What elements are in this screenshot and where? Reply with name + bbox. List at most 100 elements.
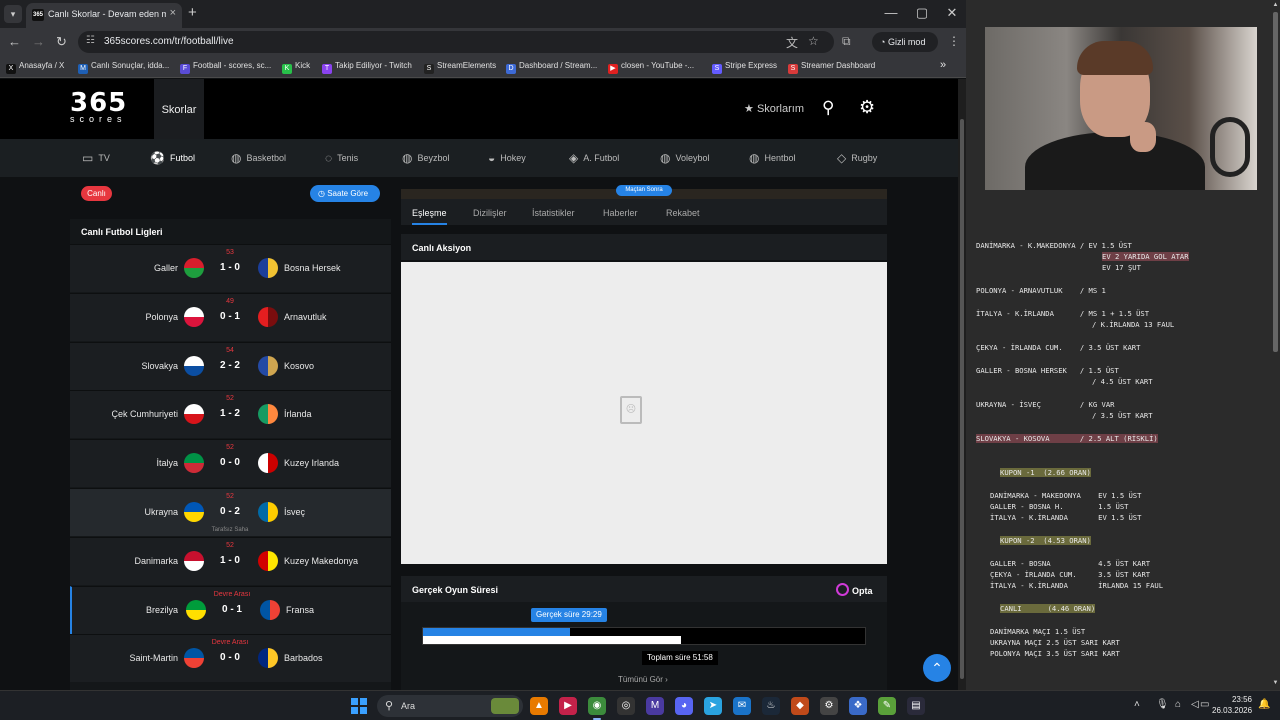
match-row[interactable]: 52 İtalya 0 - 0 Kuzey Irlanda — [70, 439, 391, 488]
notes-scrollbar[interactable]: ▲ ▼ — [1271, 0, 1280, 690]
volume-icon[interactable]: ◁ — [1191, 699, 1199, 710]
bookmark-item[interactable]: F Football - scores, sc... — [180, 61, 271, 74]
bookmark-item[interactable]: T Takip Ediliyor - Twitch — [322, 61, 412, 74]
detail-tab-4[interactable]: Rekabet — [666, 208, 700, 218]
settings-icon[interactable]: ⚙ — [820, 697, 838, 715]
minimize-icon[interactable]: — — [884, 5, 898, 20]
live-filter-button[interactable]: Canlı — [81, 186, 112, 201]
tab-search-button[interactable]: ▾ — [4, 5, 22, 23]
site-info-icon[interactable]: ☷ — [86, 35, 95, 46]
tab-title: Canlı Skorlar - Devam eden ma — [48, 9, 166, 19]
match-row[interactable]: Devre Arası Brezilya 0 - 1 Fransa — [70, 585, 391, 634]
obs-icon[interactable]: ◎ — [617, 697, 635, 715]
maximize-icon[interactable]: ▢ — [915, 5, 929, 21]
taskbar-search[interactable]: ⚲ Ara — [377, 695, 523, 717]
bookmark-item[interactable]: S StreamElements — [424, 61, 496, 74]
back-icon[interactable]: ← — [8, 34, 21, 49]
match-row[interactable]: 52 Danimarka 1 - 0 Kuzey Makedonya — [70, 536, 391, 585]
microphone-icon[interactable]: 🎙 — [1156, 699, 1169, 710]
vlc-icon[interactable]: ▲ — [530, 697, 548, 715]
notes-scrollbar-thumb[interactable] — [1273, 12, 1278, 352]
detail-tab-3[interactable]: Haberler — [603, 208, 638, 218]
new-tab-button[interactable]: + — [188, 4, 197, 21]
sport-tab-3[interactable]: ◌ Tenis — [325, 151, 358, 165]
sport-tab-0[interactable]: ▭ TV — [82, 151, 110, 165]
steam-icon[interactable]: ♨ — [762, 697, 780, 715]
forward-icon[interactable]: → — [32, 34, 45, 49]
sport-tab-4[interactable]: ◍ Beyzbol — [402, 151, 450, 165]
detail-tab-2[interactable]: İstatistikler — [532, 208, 575, 218]
see-all-link[interactable]: Tümünü Gör › — [618, 675, 668, 684]
nav-skorlar[interactable]: Skorlar — [154, 79, 204, 139]
scroll-top-button[interactable]: ⌃ — [923, 654, 951, 682]
live-action-player[interactable]: ☹ — [401, 262, 887, 564]
bookmark-item[interactable]: D Dashboard / Stream... — [506, 61, 597, 74]
notification-bell-icon[interactable]: 🔔 — [1258, 699, 1270, 710]
windows-start-icon[interactable] — [351, 698, 367, 714]
sport-label: Beyzbol — [417, 153, 450, 163]
system-clock[interactable]: 23:56 26.03.2026 — [1212, 694, 1252, 716]
detail-status-pill: Maçtan Sonra — [616, 185, 672, 196]
tab-close-icon[interactable]: × — [170, 7, 176, 19]
bookmark-item[interactable]: M Canlı Sonuçlar, idda... — [78, 61, 169, 74]
incognito-badge[interactable]: ◔ Gizli mod — [872, 32, 938, 52]
browser-menu-icon[interactable]: ⋮ — [948, 34, 960, 48]
media-player-icon[interactable]: ▶ — [559, 697, 577, 715]
scroll-down-icon[interactable]: ▼ — [1271, 680, 1280, 686]
reload-icon[interactable]: ↻ — [56, 34, 67, 50]
translate-icon[interactable]: 文 — [786, 34, 798, 51]
sport-tab-5[interactable]: ◒ Hokey — [488, 151, 526, 165]
match-row[interactable]: 53 Galler 1 - 0 Bosna Hersek — [70, 244, 391, 292]
bookmark-item[interactable]: ▶ closen - YouTube -... — [608, 61, 694, 74]
extensions-icon[interactable]: ⧉ — [842, 34, 851, 49]
address-bar[interactable]: ☷ 365scores.com/tr/football/live 文 ☆ — [78, 31, 834, 53]
discord-icon[interactable]: ◕ — [675, 697, 693, 715]
match-row[interactable]: 49 Polonya 0 - 1 Arnavutluk — [70, 292, 391, 341]
telegram-icon[interactable]: ➤ — [704, 697, 722, 715]
match-row[interactable]: 52 Çek Cumhuriyeti 1 - 2 İrlanda — [70, 390, 391, 439]
detail-tab-1[interactable]: Dizilişler — [473, 208, 507, 218]
sport-label: Tenis — [337, 153, 359, 163]
bookmark-item[interactable]: X Anasayfa / X — [6, 61, 64, 74]
terminal-icon[interactable]: ▤ — [907, 697, 925, 715]
note-line: İTALYA - K.İRLANDA / MS 1 + 1.5 ÜST — [976, 309, 1150, 318]
my-scores-link[interactable]: ★ Skorlarım — [744, 102, 804, 115]
detail-tab-0[interactable]: Eşleşme — [412, 208, 447, 225]
gear-icon[interactable]: ⚙ — [859, 97, 875, 118]
sport-tab-9[interactable]: ◇ Rugby — [837, 151, 877, 165]
sport-tab-7[interactable]: ◍ Voleybol — [660, 151, 710, 165]
sport-tab-1[interactable]: ⚽ Futbol — [150, 151, 195, 165]
dashboard-icon: D — [506, 64, 516, 74]
match-row[interactable]: 52 Ukrayna 0 - 2 İsveç Tarafsız Saha — [70, 488, 391, 536]
bookmark-star-icon[interactable]: ☆ — [808, 34, 819, 48]
bookmarks-overflow-icon[interactable]: » — [940, 59, 946, 71]
chrome-icon[interactable]: ◉ — [588, 697, 606, 720]
tray-overflow-icon[interactable]: ˄ — [1134, 699, 1140, 710]
search-icon[interactable]: ⚲ — [822, 98, 834, 118]
star-icon: ★ — [744, 103, 754, 115]
page-scrollbar-thumb[interactable] — [960, 119, 964, 679]
bookmark-item[interactable]: S Stripe Express — [712, 61, 777, 74]
mail-icon[interactable]: ✉ — [733, 697, 751, 715]
sport-tab-2[interactable]: ◍ Basketbol — [231, 151, 286, 165]
match-row[interactable]: 54 Slovakya 2 - 2 Kosovo — [70, 341, 391, 390]
browser-tab[interactable]: 365 Canlı Skorlar - Devam eden ma × — [26, 3, 182, 28]
page-scrollbar[interactable] — [958, 79, 966, 690]
sport-tab-6[interactable]: ◈ A. Futbol — [569, 151, 619, 165]
sport-tab-8[interactable]: ◍ Hentbol — [749, 151, 796, 165]
close-window-icon[interactable]: ✕ — [945, 5, 959, 21]
network-app-icon[interactable]: ❖ — [849, 697, 867, 715]
network-icon[interactable]: ⌂ — [1175, 699, 1181, 710]
battery-icon[interactable]: ▭ — [1200, 699, 1209, 710]
live-action-header: Canlı Aksiyon — [401, 234, 887, 260]
game-icon[interactable]: ◆ — [791, 697, 809, 715]
live-leagues-panel: Canlı Futbol Ligleri 53 Galler 1 - 0 Bosna … — [70, 219, 391, 690]
m-app-icon[interactable]: M — [646, 697, 664, 715]
bookmark-item[interactable]: K Kick — [282, 61, 310, 74]
by-time-button[interactable]: ◷ Saate Göre — [310, 185, 380, 202]
scroll-up-icon[interactable]: ▲ — [1271, 2, 1280, 8]
bookmark-item[interactable]: S Streamer Dashboard — [788, 61, 875, 74]
notes-app-icon[interactable]: ✎ — [878, 697, 896, 715]
site-logo[interactable]: 365 scores — [70, 90, 127, 124]
match-row[interactable]: Devre Arası Saint-Martin 0 - 0 Barbados — [70, 634, 391, 683]
